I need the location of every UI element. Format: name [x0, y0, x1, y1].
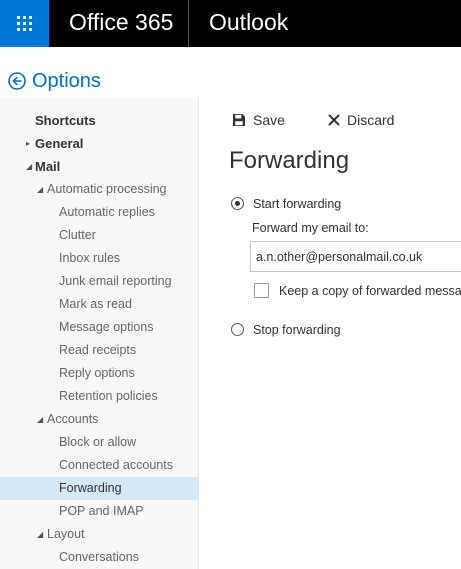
sidebar-item-label: Clutter [59, 228, 96, 242]
sidebar-item-accounts[interactable]: ◢ Accounts [0, 408, 198, 431]
sidebar-item-mark-as-read[interactable]: Mark as read [0, 293, 198, 316]
close-x-icon [328, 114, 340, 126]
options-title: Options [32, 69, 101, 92]
sidebar-item-label: Message options [59, 320, 154, 334]
keep-copy-label[interactable]: Keep a copy of forwarded message [279, 284, 461, 298]
collapse-arrow-icon[interactable]: ◢ [37, 178, 43, 201]
sidebar-item-label: Inbox rules [59, 251, 121, 265]
sidebar-item-label: Accounts [47, 412, 99, 426]
sidebar-item-label: Block or allow [59, 435, 137, 449]
sidebar-item-message-options[interactable]: Message options [0, 316, 198, 339]
sidebar-item-label: General [35, 136, 84, 151]
sidebar-item-label: Retention policies [59, 389, 158, 403]
discard-label: Discard [347, 112, 395, 128]
sidebar-item-inbox-rules[interactable]: Inbox rules [0, 247, 198, 270]
start-forwarding-label[interactable]: Start forwarding [253, 197, 341, 211]
collapse-arrow-icon[interactable]: ◢ [26, 155, 32, 178]
keep-copy-checkbox[interactable] [254, 283, 269, 298]
sidebar-item-layout[interactable]: ◢ Layout [0, 523, 198, 546]
brand-title[interactable]: Office 365 [69, 9, 173, 36]
sidebar-item-label: Read receipts [59, 343, 137, 357]
sidebar-item-label: Mail [35, 159, 61, 174]
sidebar-item-label: Automatic replies [59, 205, 155, 219]
stop-forwarding-radio[interactable] [231, 323, 244, 336]
sidebar-item-read-receipts[interactable]: Read receipts [0, 339, 198, 362]
save-label: Save [253, 112, 285, 128]
sidebar-item-label: Junk email reporting [59, 274, 172, 288]
stop-forwarding-label[interactable]: Stop forwarding [253, 323, 341, 337]
sidebar-item-label: Forwarding [59, 481, 122, 495]
sidebar-item-junk-email-reporting[interactable]: Junk email reporting [0, 270, 198, 293]
sidebar-item-label: Mark as read [59, 297, 132, 311]
forward-email-input[interactable] [250, 241, 461, 272]
sidebar-item-pop-and-imap[interactable]: POP and IMAP [0, 500, 198, 523]
sidebar-item-label: Connected accounts [59, 458, 173, 472]
sidebar-item-label: POP and IMAP [59, 504, 144, 518]
sidebar-item-label: Automatic processing [47, 182, 167, 196]
sidebar-item-automatic-replies[interactable]: Automatic replies [0, 201, 198, 224]
sidebar-item-connected-accounts[interactable]: Connected accounts [0, 454, 198, 477]
forward-to-label: Forward my email to: [252, 221, 369, 235]
collapse-arrow-icon[interactable]: ◢ [37, 523, 43, 546]
sidebar-item-mail[interactable]: ◢ Mail [0, 155, 198, 178]
radio-selected-dot [235, 201, 240, 206]
sidebar-item-label: Conversations [59, 550, 139, 564]
sidebar-item-label: Layout [47, 527, 85, 541]
sidebar-item-block-or-allow[interactable]: Block or allow [0, 431, 198, 454]
back-arrow-icon [8, 72, 26, 90]
save-button[interactable]: Save [232, 109, 285, 131]
sidebar-item-forwarding[interactable]: Forwarding [0, 477, 198, 500]
discard-button[interactable]: Discard [328, 109, 394, 131]
sidebar-item-automatic-processing[interactable]: ◢ Automatic processing [0, 178, 198, 201]
sidebar-item-clutter[interactable]: Clutter [0, 224, 198, 247]
expand-arrow-icon[interactable]: ▸ [26, 132, 30, 155]
floppy-disk-icon [233, 114, 245, 126]
sidebar-item-reply-options[interactable]: Reply options [0, 362, 198, 385]
sidebar-item-retention-policies[interactable]: Retention policies [0, 385, 198, 408]
top-bar: Office 365 Outlook [0, 0, 461, 47]
page-title: Forwarding [229, 147, 350, 174]
collapse-arrow-icon[interactable]: ◢ [37, 408, 43, 431]
header-divider [188, 0, 189, 47]
sidebar-item-conversations[interactable]: Conversations [0, 546, 198, 569]
options-back-button[interactable]: Options [8, 67, 101, 95]
sidebar-item-general[interactable]: ▸ General [0, 132, 198, 155]
app-launcher-icon [17, 16, 32, 31]
app-title[interactable]: Outlook [209, 9, 288, 36]
start-forwarding-radio[interactable] [231, 197, 244, 210]
sidebar-item-label: Reply options [59, 366, 135, 380]
options-sidebar: Shortcuts ▸ General ◢ Mail ◢ Automatic process… [0, 98, 199, 569]
sidebar-item-label: Shortcuts [35, 113, 96, 128]
app-launcher-button[interactable] [0, 0, 49, 47]
sidebar-item-shortcuts[interactable]: Shortcuts [0, 109, 198, 132]
